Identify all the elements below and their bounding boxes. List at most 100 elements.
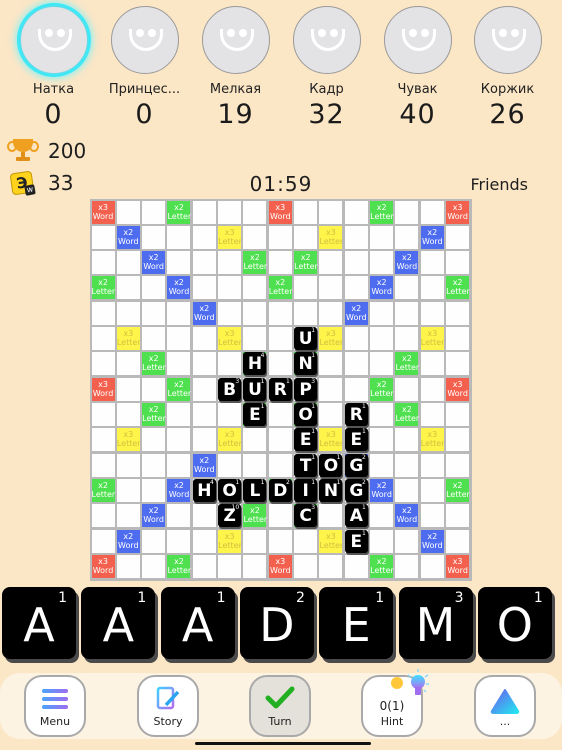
board-square[interactable]: [167, 453, 191, 477]
premium-square-tl[interactable]: x3 Letter: [218, 428, 242, 452]
board-square[interactable]: [319, 555, 343, 579]
board-square[interactable]: [142, 225, 166, 249]
board-square[interactable]: [420, 377, 444, 401]
premium-square-tw[interactable]: x3 Word: [268, 555, 292, 579]
avatar[interactable]: [110, 6, 179, 74]
board-square[interactable]: [167, 352, 191, 376]
premium-square-dw[interactable]: x2Word: [420, 225, 444, 249]
premium-square-dl[interactable]: x2Letter: [142, 403, 166, 427]
board-square[interactable]: [243, 200, 267, 224]
board-square[interactable]: [420, 479, 444, 503]
board-square[interactable]: [243, 225, 267, 249]
board-square[interactable]: [344, 225, 368, 249]
board-square[interactable]: [420, 200, 444, 224]
board-square[interactable]: [370, 428, 394, 452]
board-square[interactable]: [319, 200, 343, 224]
board-square[interactable]: [395, 377, 419, 401]
board-square[interactable]: [446, 352, 470, 376]
board-square[interactable]: [395, 428, 419, 452]
player-card[interactable]: Принцес... 0: [99, 6, 190, 130]
board-square[interactable]: [116, 453, 140, 477]
board-square[interactable]: [370, 301, 394, 325]
board-square[interactable]: [243, 529, 267, 553]
premium-square-tw[interactable]: x3 Word: [446, 200, 470, 224]
board-square[interactable]: [192, 200, 216, 224]
board-square[interactable]: [446, 225, 470, 249]
letter-rack[interactable]: A1A1A1D2E1M3O1: [0, 585, 562, 665]
board-square[interactable]: [116, 276, 140, 300]
board-square[interactable]: [192, 225, 216, 249]
board-square[interactable]: [268, 504, 292, 528]
board-square[interactable]: [218, 555, 242, 579]
board-square[interactable]: [243, 453, 267, 477]
board-square[interactable]: [91, 225, 115, 249]
board-square[interactable]: [344, 327, 368, 351]
premium-square-tl[interactable]: x3 Letter: [319, 428, 343, 452]
board-square[interactable]: [420, 555, 444, 579]
avatar[interactable]: [383, 6, 452, 74]
board-square[interactable]: [91, 403, 115, 427]
board-square[interactable]: [446, 504, 470, 528]
board-square[interactable]: [142, 428, 166, 452]
board-square[interactable]: [395, 479, 419, 503]
board-square[interactable]: [446, 327, 470, 351]
board-square[interactable]: [167, 504, 191, 528]
premium-square-dw[interactable]: x2Word: [167, 479, 191, 503]
board-square[interactable]: [420, 403, 444, 427]
premium-square-tl[interactable]: x3 Letter: [218, 529, 242, 553]
rack-tile[interactable]: A1: [160, 587, 235, 659]
premium-square-tw[interactable]: x3 Word: [446, 555, 470, 579]
avatar[interactable]: [473, 6, 542, 74]
board-square[interactable]: [395, 276, 419, 300]
player-card[interactable]: Мелкая 19: [190, 6, 281, 130]
premium-square-dl[interactable]: x2Letter: [294, 251, 318, 275]
board-square[interactable]: [192, 428, 216, 452]
board-square[interactable]: [192, 555, 216, 579]
board-square[interactable]: [192, 504, 216, 528]
board-square[interactable]: [294, 276, 318, 300]
board-square[interactable]: [446, 529, 470, 553]
board-square[interactable]: [395, 225, 419, 249]
board-square[interactable]: [142, 453, 166, 477]
rack-tile[interactable]: A1: [81, 587, 156, 659]
board-square[interactable]: [268, 453, 292, 477]
rack-tile[interactable]: D2: [239, 587, 314, 659]
premium-square-dl[interactable]: x2Letter: [167, 200, 191, 224]
board-square[interactable]: [142, 529, 166, 553]
board-square[interactable]: [167, 327, 191, 351]
premium-square-tl[interactable]: x3 Letter: [319, 529, 343, 553]
board-square[interactable]: [319, 301, 343, 325]
board-square[interactable]: [218, 403, 242, 427]
board-square[interactable]: [91, 453, 115, 477]
board-square[interactable]: [319, 251, 343, 275]
board-square[interactable]: [370, 251, 394, 275]
board-square[interactable]: [294, 529, 318, 553]
board-square[interactable]: [344, 200, 368, 224]
board-square[interactable]: [370, 529, 394, 553]
board-square[interactable]: [243, 428, 267, 452]
rack-tile[interactable]: M3: [398, 587, 473, 659]
board-square[interactable]: [420, 453, 444, 477]
board-square[interactable]: [192, 529, 216, 553]
hint-button[interactable]: 0(1) Hint: [361, 669, 429, 737]
premium-square-tl[interactable]: x3 Letter: [116, 327, 141, 351]
board-square[interactable]: [268, 352, 292, 376]
premium-square-dl[interactable]: x2Letter: [268, 276, 293, 300]
more-button[interactable]: ...: [474, 675, 536, 737]
board-square[interactable]: [218, 301, 242, 325]
board-square[interactable]: [268, 251, 292, 275]
board-square[interactable]: [142, 479, 166, 503]
board-square[interactable]: [142, 377, 166, 401]
avatar[interactable]: [19, 6, 88, 74]
board-square[interactable]: [192, 377, 216, 401]
board-square[interactable]: [319, 276, 343, 300]
board-square[interactable]: [294, 555, 318, 579]
board-square[interactable]: [142, 301, 166, 325]
premium-square-tl[interactable]: x3 Letter: [319, 327, 343, 351]
premium-square-tl[interactable]: x3 Letter: [116, 428, 141, 452]
board-square[interactable]: [446, 301, 470, 325]
premium-square-dw[interactable]: x2Word: [370, 479, 394, 503]
board-square[interactable]: [420, 352, 444, 376]
board-square[interactable]: [446, 453, 470, 477]
board-square[interactable]: [268, 428, 292, 452]
